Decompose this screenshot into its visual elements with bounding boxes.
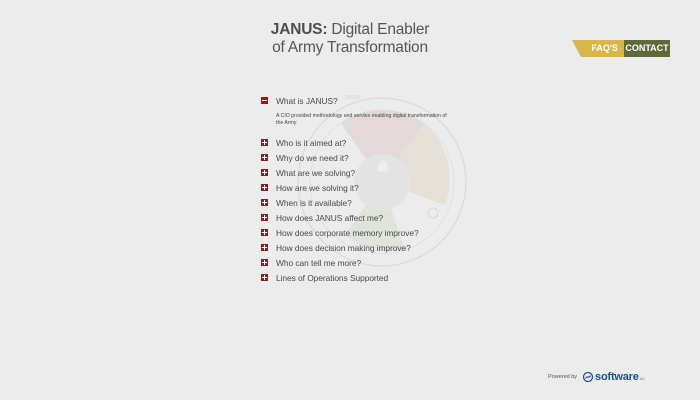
powered-by-text: Powered by — [548, 374, 578, 380]
expand-icon[interactable] — [261, 259, 268, 266]
faq-item[interactable]: Who can tell me more? — [261, 255, 491, 270]
faq-item-expanded[interactable]: What is JANUS? — [261, 93, 491, 108]
faq-question[interactable]: Who is it aimed at? — [276, 138, 346, 148]
faq-question[interactable]: Who can tell me more? — [276, 258, 361, 268]
faq-answer: A CIO provided methodology and service e… — [276, 113, 447, 126]
contact-tab[interactable]: CONTACT — [624, 40, 670, 57]
expand-icon[interactable] — [261, 169, 268, 176]
expand-icon[interactable] — [261, 274, 268, 281]
title-rest: Digital Enabler — [327, 21, 430, 38]
faq-question[interactable]: What are we solving? — [276, 168, 355, 178]
faq-question[interactable]: Lines of Operations Supported — [276, 273, 388, 283]
faq-item[interactable]: How does corporate memory improve? — [261, 225, 491, 240]
faq-question[interactable]: How does JANUS affect me? — [276, 213, 383, 223]
logo-ag-suffix: AG — [639, 376, 645, 381]
faq-question[interactable]: How are we solving it? — [276, 183, 359, 193]
expand-icon[interactable] — [261, 199, 268, 206]
faq-item[interactable]: What are we solving? — [261, 165, 491, 180]
expand-icon[interactable] — [261, 244, 268, 251]
expand-icon[interactable] — [261, 214, 268, 221]
expand-icon[interactable] — [261, 229, 268, 236]
faq-tab[interactable]: FAQ'S — [572, 40, 624, 57]
logo-wordmark: software — [595, 371, 639, 383]
expand-icon[interactable] — [261, 184, 268, 191]
faq-item[interactable]: Why do we need it? — [261, 150, 491, 165]
faq-item[interactable]: Lines of Operations Supported — [261, 270, 491, 285]
faq-item[interactable]: How are we solving it? — [261, 180, 491, 195]
faq-question[interactable]: What is JANUS? — [276, 96, 338, 106]
faq-question[interactable]: Why do we need it? — [276, 153, 349, 163]
faq-question[interactable]: How does decision making improve? — [276, 243, 411, 253]
faq-item[interactable]: How does decision making improve? — [261, 240, 491, 255]
faq-item[interactable]: When is it available? — [261, 195, 491, 210]
top-navigation: FAQ'S CONTACT — [572, 40, 670, 57]
footer: Powered by software AG — [548, 371, 645, 383]
faq-question[interactable]: How does corporate memory improve? — [276, 228, 419, 238]
software-ag-logo[interactable]: software AG — [583, 371, 645, 383]
collapse-icon[interactable] — [261, 97, 268, 104]
faq-item[interactable]: How does JANUS affect me? — [261, 210, 491, 225]
expand-icon[interactable] — [261, 139, 268, 146]
expand-icon[interactable] — [261, 154, 268, 161]
software-ag-logo-icon — [583, 372, 594, 382]
faq-collapsed-items: Who is it aimed at? Why do we need it? Wha… — [261, 135, 491, 285]
title-bold: JANUS: — [270, 21, 328, 38]
faq-question[interactable]: When is it available? — [276, 198, 352, 208]
faq-list: What is JANUS? A CIO provided methodolog… — [261, 93, 491, 285]
faq-item[interactable]: Who is it aimed at? — [261, 135, 491, 150]
